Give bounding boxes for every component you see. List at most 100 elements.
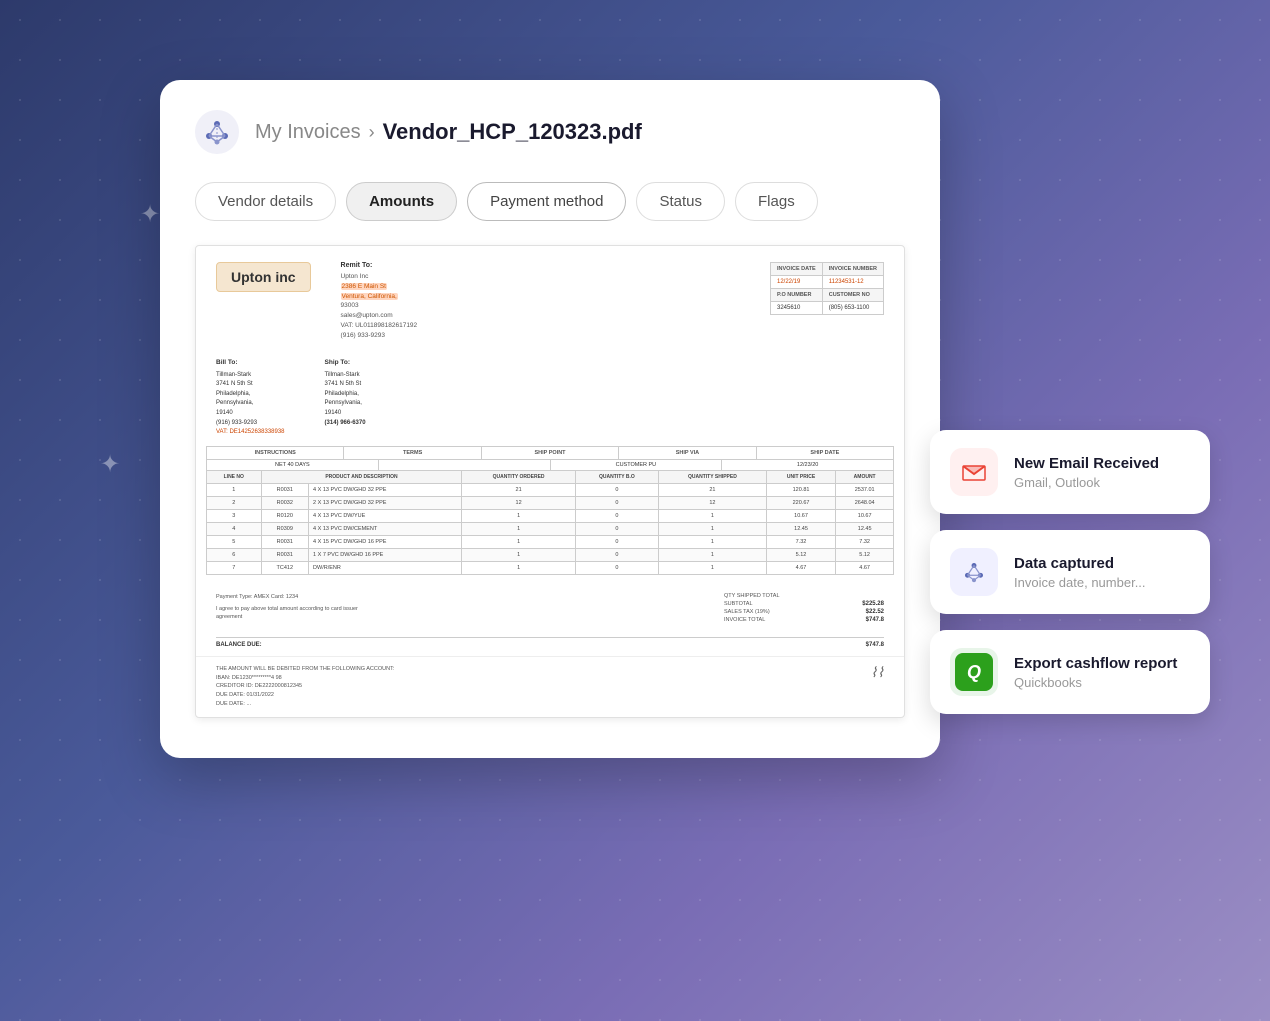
table-row: 3 R0120 4 X 13 PVC DW/YUE 1 0 1 10.67 10…: [207, 509, 894, 522]
table-row: 7 TC412 DW/R/ENR 1 0 1 4.67 4.67: [207, 561, 894, 574]
bill-to-vat: VAT: DE14252638338938: [216, 428, 285, 438]
breadcrumb-current: Vendor_HCP_120323.pdf: [383, 119, 642, 145]
notif-card-gmail: New Email Received Gmail, Outlook: [930, 430, 1210, 514]
notif-card-data: Data captured Invoice date, number...: [930, 530, 1210, 614]
side-cards: New Email Received Gmail, Outlook Data c…: [930, 430, 1210, 714]
invoice-date-val: 12/22/19: [771, 276, 823, 289]
terms-ship-date: SHIP DATE: [757, 447, 893, 459]
ship-to-addr2: Philadelphia,: [325, 390, 366, 400]
breadcrumb: My Invoices › Vendor_HCP_120323.pdf: [255, 119, 642, 145]
terms-ship-via: SHIP VIA: [619, 447, 756, 459]
bill-to-addr2: Philadelphia,: [216, 390, 285, 400]
payment-type: Payment Type: AMEX Card: 1234: [216, 593, 376, 601]
remit-line3-highlight: Ventura, California,: [341, 292, 770, 302]
notif-data-title: Data captured: [1014, 555, 1146, 572]
invoice-footer: THE AMOUNT WILL BE DEBITED FROM THE FOLL…: [196, 656, 904, 717]
table-row: 4 R0309 4 X 13 PVC DW/CEMENT 1 0 1 12.45…: [207, 522, 894, 535]
bill-to-name: Tillman-Stark: [216, 371, 285, 381]
footer-due: DUE DATE: 01/31/2022: [216, 691, 394, 700]
data-capture-icon: [950, 548, 998, 596]
invoice-date-label: INVOICE DATE: [771, 263, 823, 276]
po-number-val: 3245610: [771, 302, 823, 315]
table-row: 1 R0031 4 X 13 PVC DW/GHD 32 PPE 21 0 21…: [207, 483, 894, 496]
table-row: 5 R0031 4 X 15 PVC DW/GHD 16 PPE 1 0 1 7…: [207, 535, 894, 548]
line-items-section: INSTRUCTIONS TERMS SHIP POINT SHIP VIA S…: [206, 446, 894, 575]
main-container: My Invoices › Vendor_HCP_120323.pdf Vend…: [160, 80, 940, 758]
terms-instructions: INSTRUCTIONS: [207, 447, 344, 459]
table-row: 2 R0032 2 X 13 PVC DW/GHD 32 PPE 12 0 12…: [207, 496, 894, 509]
quickbooks-icon: Q: [950, 648, 998, 696]
remit-line4: 93003: [341, 301, 770, 311]
payment-info: Payment Type: AMEX Card: 1234 I agree to…: [216, 593, 376, 625]
notif-qb-title: Export cashflow report: [1014, 655, 1177, 672]
col-qty-shipped: QUANTITY SHIPPED: [659, 470, 767, 483]
notif-data-sub: Invoice date, number...: [1014, 575, 1146, 590]
table-row: 6 R0031 1 X 7 PVC DW/GHD 16 PPE 1 0 1 5.…: [207, 548, 894, 561]
remit-label: Remit To:: [341, 262, 770, 269]
col-qty-bo: QUANTITY B.O: [575, 470, 658, 483]
remit-line1: Upton Inc: [341, 272, 770, 282]
remit-to-block: Remit To: Upton Inc 2386 E Main St Ventu…: [341, 262, 770, 340]
col-amount: AMOUNT: [836, 470, 894, 483]
notif-qb-text: Export cashflow report Quickbooks: [1014, 655, 1177, 690]
col-unit-price: UNIT PRICE: [766, 470, 836, 483]
totals-table: QTY SHIPPED TOTAL SUBTOTAL $225.28 SALES…: [724, 593, 884, 625]
balance-due-label: BALANCE DUE:: [216, 642, 262, 648]
ship-to-name: Tillman-Stark: [325, 371, 366, 381]
po-number-label: P.O NUMBER: [771, 289, 823, 302]
qty-shipped-total-row: QTY SHIPPED TOTAL: [724, 593, 884, 599]
balance-due-row: BALANCE DUE: $747.8: [216, 637, 884, 648]
ship-to-label: Ship To:: [325, 358, 366, 368]
terms-val-empty: [379, 460, 551, 470]
footer-date: DUE DATE: ...: [216, 700, 394, 709]
remit-phone: (916) 933-9293: [341, 331, 770, 341]
company-block: Upton inc: [216, 262, 311, 304]
qb-logo: Q: [955, 653, 993, 691]
bill-to-addr3: Pennsylvania,: [216, 399, 285, 409]
notif-gmail-sub: Gmail, Outlook: [1014, 475, 1159, 490]
items-table: LINE NO PRODUCT AND DESCRIPTION QUANTITY…: [206, 470, 894, 575]
subtotal-row: SUBTOTAL $225.28: [724, 601, 884, 607]
bill-to-addr4: 19140: [216, 409, 285, 419]
payment-note: I agree to pay above total amount accord…: [216, 605, 376, 622]
terms-header-row: INSTRUCTIONS TERMS SHIP POINT SHIP VIA S…: [206, 446, 894, 459]
footer-text: THE AMOUNT WILL BE DEBITED FROM THE FOLL…: [216, 665, 394, 709]
invoice-header-section: Upton inc Remit To: Upton Inc 2386 E Mai…: [196, 246, 904, 350]
terms-val-ship-date: 12/23/20: [722, 460, 893, 470]
remit-email: sales@upton.com: [341, 311, 770, 321]
remit-vat: VAT: UL011898182617192: [341, 321, 770, 331]
tab-vendor-details[interactable]: Vendor details: [195, 182, 336, 221]
col-line-no: LINE NO: [207, 470, 262, 483]
decorative-star-1: ✦: [140, 200, 160, 229]
ship-to-addr3: Pennsylvania,: [325, 399, 366, 409]
ship-to-col: Ship To: Tillman-Stark 3741 N 5th St Phi…: [325, 358, 366, 438]
balance-due-section: BALANCE DUE: $747.8: [196, 637, 904, 656]
footer-line1: THE AMOUNT WILL BE DEBITED FROM THE FOLL…: [216, 665, 394, 674]
ship-to-addr4: 19140: [325, 409, 366, 419]
ship-to-addr1: 3741 N 5th St: [325, 380, 366, 390]
decorative-star-2: ✦: [100, 450, 120, 479]
col-product-desc: PRODUCT AND DESCRIPTION: [261, 470, 462, 483]
totals-section: Payment Type: AMEX Card: 1234 I agree to…: [196, 585, 904, 633]
bill-to-label: Bill To:: [216, 358, 285, 368]
notif-data-text: Data captured Invoice date, number...: [1014, 555, 1146, 590]
tab-payment-method[interactable]: Payment method: [467, 182, 626, 221]
tab-flags[interactable]: Flags: [735, 182, 818, 221]
terms-ship-point: SHIP POINT: [482, 447, 619, 459]
terms-val-row: NET 40 DAYS CUSTOMER PU 12/23/20: [206, 459, 894, 470]
col-qty-ordered: QUANTITY ORDERED: [462, 470, 575, 483]
remit-address: Upton Inc 2386 E Main St Ventura, Califo…: [341, 272, 770, 340]
customer-no-label: CUSTOMER NO: [822, 289, 883, 302]
tab-bar: Vendor details Amounts Payment method St…: [195, 182, 905, 221]
ship-to-phone: (314) 966-6370: [325, 419, 366, 429]
terms-terms: TERMS: [344, 447, 481, 459]
tab-status[interactable]: Status: [636, 182, 725, 221]
breadcrumb-parent[interactable]: My Invoices: [255, 121, 361, 144]
customer-no-val: (805) 653-1100: [822, 302, 883, 315]
footer-iban: IBAN: DE1230*********4 98: [216, 674, 394, 683]
invoice-info-block: INVOICE DATE INVOICE NUMBER 12/22/19 112…: [770, 262, 884, 315]
remit-line2-highlight: 2386 E Main St: [341, 282, 770, 292]
breadcrumb-separator: ›: [369, 122, 375, 143]
tab-amounts[interactable]: Amounts: [346, 182, 457, 221]
balance-due-val: $747.8: [866, 642, 884, 648]
